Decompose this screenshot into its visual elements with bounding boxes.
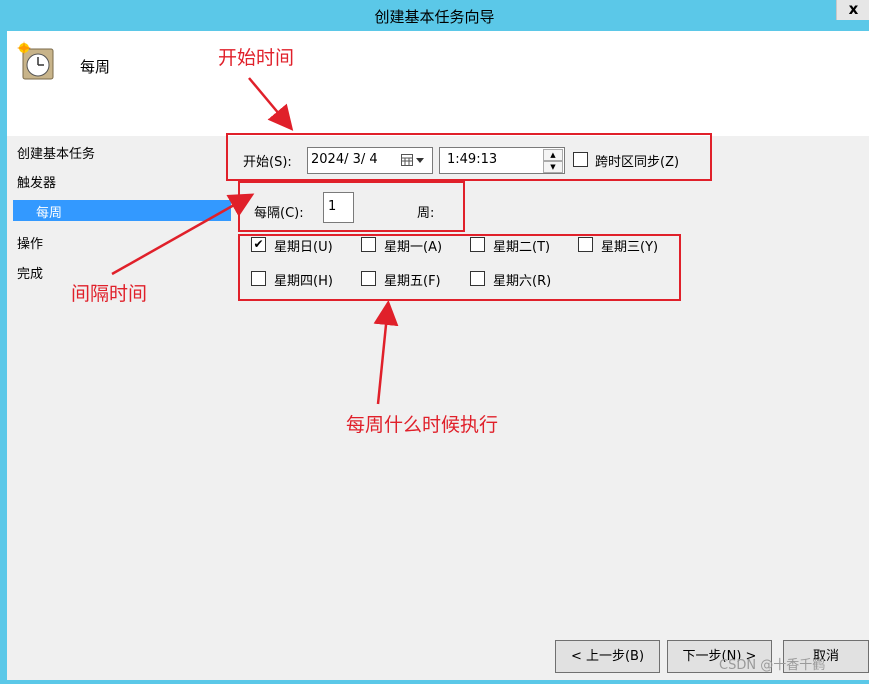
weekdays-arrow — [373, 300, 399, 405]
interval-arrow — [111, 193, 255, 276]
annotation-arrows — [111, 77, 399, 405]
start-arrow — [248, 77, 294, 131]
watermark: CSDN @十香千鹤 — [719, 658, 826, 673]
